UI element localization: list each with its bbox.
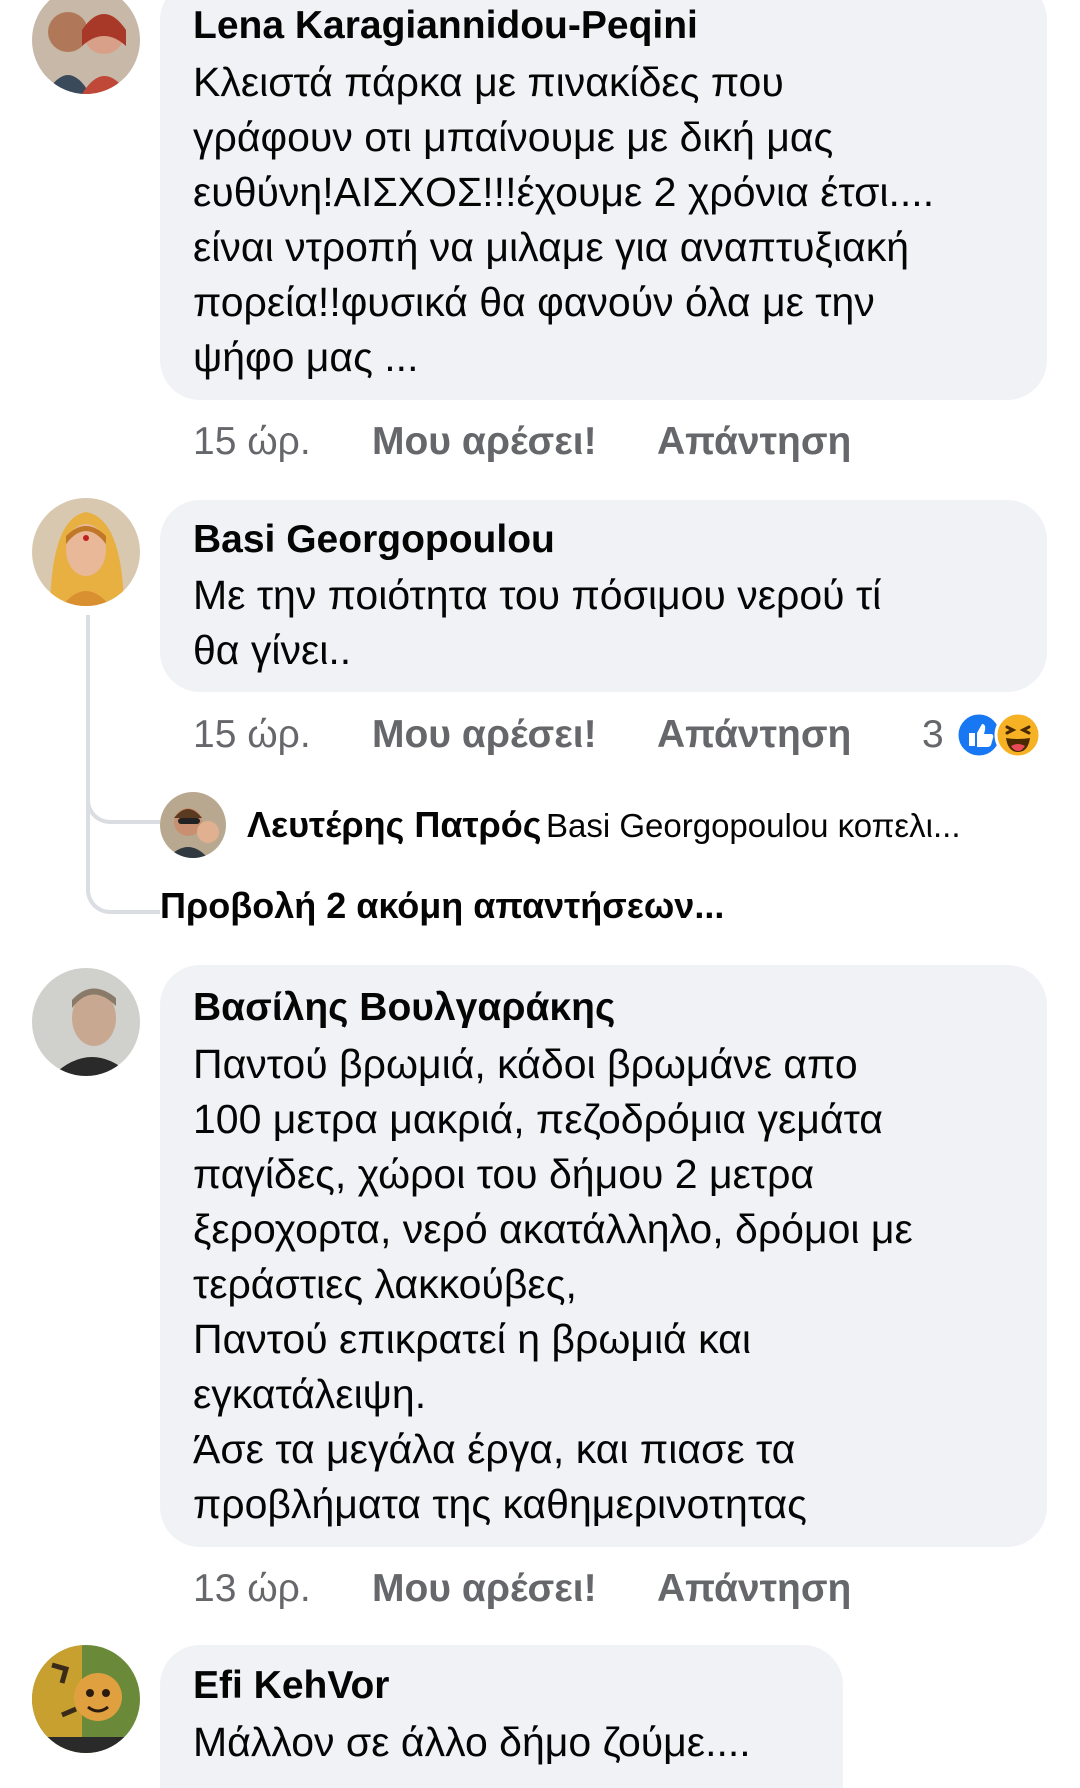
reply-button[interactable]: Απάντηση [657, 711, 851, 759]
avatar-lefteris[interactable] [160, 792, 226, 858]
comment-time[interactable]: 15 ώρ. [193, 711, 311, 759]
comment-text: Παντού βρωμιά, κάδοι βρωμάνε απο 100 μετ… [193, 1041, 913, 1527]
comment-author[interactable]: Βασίλης Βουλγαράκης [193, 984, 615, 1032]
like-button[interactable]: Μου αρέσει! [372, 711, 597, 759]
haha-reaction-icon [994, 711, 1042, 759]
like-button[interactable]: Μου αρέσει! [372, 418, 597, 466]
reaction-summary[interactable]: 3 [922, 707, 1047, 763]
like-button[interactable]: Μου αρέσει! [372, 1565, 597, 1613]
comment-text: Κλειστά πάρκα με πινακίδες που γράφουν ο… [193, 59, 935, 380]
comment-text: Με την ποιότητα του πόσιμου νερού τί θα … [193, 572, 882, 673]
reply-text: Basi Georgopoulou κοπελι... [545, 807, 961, 844]
comment-text: Μάλλον σε άλλο δήμο ζούμε.... [193, 1719, 751, 1765]
reply-button[interactable]: Απάντηση [657, 1565, 851, 1613]
comment-author[interactable]: Efi KehVor [193, 1662, 389, 1710]
avatar-lena[interactable] [32, 0, 140, 94]
reaction-count: 3 [922, 713, 944, 756]
reply-author: Λευτέρης Πατρός [247, 804, 542, 845]
reply-preview[interactable]: Λευτέρης Πατρός Basi Georgopoulou κοπελι… [247, 803, 960, 855]
reply-button[interactable]: Απάντηση [657, 418, 851, 466]
comment-time[interactable]: 15 ώρ. [193, 418, 311, 466]
avatar-efi[interactable] [32, 1645, 140, 1753]
thread-line [86, 615, 160, 914]
avatar-vasilis[interactable] [32, 968, 140, 1076]
view-more-replies-link[interactable]: Προβολή 2 ακόμη απαντήσεων... [160, 882, 724, 930]
comment-author[interactable]: Lena Karagiannidou-Peqini [193, 2, 698, 50]
avatar-basi[interactable] [32, 498, 140, 606]
comment-time[interactable]: 13 ώρ. [193, 1565, 311, 1613]
comment-author[interactable]: Basi Georgopoulou [193, 516, 555, 564]
